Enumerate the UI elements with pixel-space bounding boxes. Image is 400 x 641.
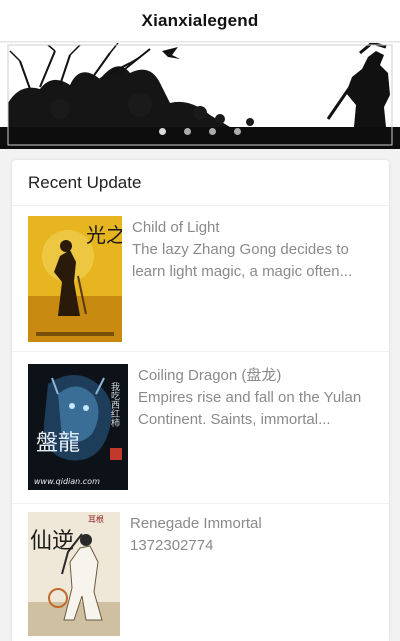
section-title: Recent Update [28,172,142,192]
svg-text:我吃西红柿: 我吃西红柿 [109,382,120,428]
banner-carousel[interactable] [0,43,400,149]
book-title[interactable]: Coiling Dragon (盘龙) [138,366,368,386]
app-bar: Xianxialegend [0,0,400,42]
carousel-dot[interactable] [159,128,166,135]
carousel-dot[interactable] [209,128,216,135]
carousel-dot[interactable] [184,128,191,135]
carousel-dot[interactable] [234,128,241,135]
book-cover: 光之子 [28,216,122,342]
app-title: Xianxialegend [141,10,259,30]
book-list-item[interactable]: 光之子 Child of Light The lazy Zhang Gong d… [12,216,389,352]
svg-text:盤龍: 盤龍 [36,431,80,456]
section-header: Recent Update [12,160,389,206]
book-info: Child of Light The lazy Zhang Gong decid… [122,216,372,351]
svg-text:www.qidian.com: www.qidian.com [34,477,100,486]
book-cover: 仙逆 耳根 [28,512,120,636]
book-description: The lazy Zhang Gong decides to learn lig… [132,241,353,280]
svg-text:耳根: 耳根 [88,514,104,524]
book-list-item[interactable]: 盤龍 我吃西红柿 www.qidian.com Coiling Dragon (… [12,364,389,504]
svg-text:仙逆: 仙逆 [30,529,74,554]
book-description: Empires rise and fall on the Yulan Conti… [138,389,362,428]
book-cover: 盤龍 我吃西红柿 www.qidian.com [28,364,128,490]
book-title[interactable]: Renegade Immortal [130,514,360,534]
recent-update-card: Recent Update 光之子 Child of Light The laz… [12,160,389,641]
book-description: 1372302774 [130,537,214,554]
book-info: Renegade Immortal 1372302774 [120,512,360,641]
book-title[interactable]: Child of Light [132,218,372,238]
book-list-item[interactable]: 仙逆 耳根 Renegade Immortal 1372302774 [12,512,389,641]
svg-text:光之子: 光之子 [86,223,122,247]
carousel-indicator [0,128,400,135]
book-info: Coiling Dragon (盘龙) Empires rise and fal… [128,364,368,503]
